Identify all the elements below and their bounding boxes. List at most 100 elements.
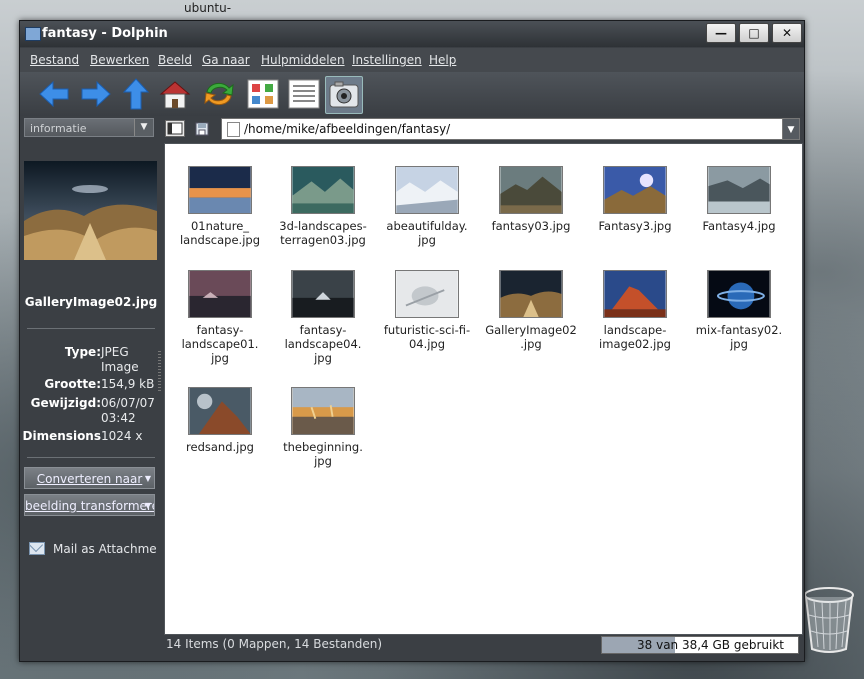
file-item[interactable]: fantasy- landscape01. jpg	[170, 270, 270, 365]
panel-select-value: informatie	[30, 122, 87, 135]
file-name: GalleryImage02 .jpg	[485, 323, 577, 351]
menu-beeld[interactable]: Beeld	[158, 53, 192, 67]
chevron-down-icon: ▼	[144, 501, 151, 510]
thumbnail	[395, 270, 459, 318]
file-item[interactable]: fantasy- landscape04. jpg	[273, 270, 373, 365]
divider	[27, 457, 155, 458]
menu-hulpmiddelen[interactable]: Hulpmiddelen	[261, 53, 345, 67]
thumbnail	[188, 166, 252, 214]
close-button[interactable]: ✕	[772, 23, 802, 43]
file-item[interactable]: GalleryImage02 .jpg	[481, 270, 581, 351]
status-summary: 14 Items (0 Mappen, 14 Bestanden)	[166, 637, 383, 651]
dolphin-window: fantasy - Dolphin — □ ✕ Bestand Bewerken…	[19, 20, 805, 662]
thumbnail	[291, 387, 355, 435]
thumbnail	[188, 387, 252, 435]
meta-key: Gewijzigd:	[30, 396, 101, 410]
file-item[interactable]: thebeginning. jpg	[273, 387, 373, 468]
file-name: 01nature_ landscape.jpg	[179, 219, 261, 247]
file-name: fantasy- landscape04. jpg	[284, 323, 362, 365]
convert-to-button[interactable]: Converteren naar ▼	[24, 467, 155, 489]
file-view[interactable]: 01nature_ landscape.jpg 3d-landscapes- t…	[164, 143, 803, 635]
file-name: futuristic-sci-fi- 04.jpg	[383, 323, 471, 351]
mail-icon	[29, 542, 45, 555]
information-panel: informatie ▼ GalleryImage02.jpg Type: JP…	[23, 117, 159, 657]
divider	[27, 328, 155, 329]
chevron-down-icon: ▼	[144, 474, 151, 483]
file-item[interactable]: Fantasy4.jpg	[689, 166, 789, 233]
save-icon[interactable]	[193, 120, 213, 137]
file-item[interactable]: 3d-landscapes- terragen03.jpg	[273, 166, 373, 247]
file-name: Fantasy3.jpg	[598, 219, 672, 233]
file-item[interactable]: abeautifulday. jpg	[377, 166, 477, 247]
thumbnail	[188, 270, 252, 318]
selected-file-name: GalleryImage02.jpg	[24, 295, 158, 309]
meta-value: 1024 x	[101, 429, 143, 443]
dolphin-app-icon	[25, 27, 41, 41]
file-name: mix-fantasy02. jpg	[695, 323, 783, 351]
desktop-icon-label[interactable]: ubuntu-	[184, 1, 231, 15]
title-bar[interactable]: fantasy - Dolphin — □ ✕	[20, 21, 804, 47]
location-path: /home/mike/afbeeldingen/fantasy/	[244, 122, 451, 136]
file-item[interactable]: Fantasy3.jpg	[585, 166, 685, 233]
file-name: 3d-landscapes- terragen03.jpg	[279, 219, 367, 247]
menu-instellingen[interactable]: Instellingen	[352, 53, 422, 67]
file-name: abeautifulday. jpg	[386, 219, 468, 247]
file-item[interactable]: futuristic-sci-fi- 04.jpg	[377, 270, 477, 351]
meta-key: Type:	[64, 345, 101, 359]
location-input[interactable]: /home/mike/afbeeldingen/fantasy/ ▼	[221, 118, 800, 140]
transform-image-label: beelding transformeren	[25, 499, 155, 513]
minimize-button[interactable]: —	[706, 23, 736, 43]
mail-action-label: Mail as Attachment	[53, 542, 157, 556]
thumbnail	[707, 166, 771, 214]
meta-value: 154,9 kB	[101, 377, 155, 391]
menu-bewerken[interactable]: Bewerken	[90, 53, 149, 67]
file-item[interactable]: mix-fantasy02. jpg	[689, 270, 789, 351]
convert-to-label: Converteren naar	[36, 472, 143, 486]
panel-select[interactable]: informatie ▼	[24, 118, 154, 137]
thumbnail	[291, 270, 355, 318]
disk-usage-bar: 38 van 38,4 GB gebruikt	[601, 636, 799, 654]
preview-image	[24, 161, 157, 260]
menu-bestand[interactable]: Bestand	[30, 53, 79, 67]
up-arrow-icon[interactable]	[118, 76, 154, 112]
chevron-down-icon[interactable]: ▼	[782, 118, 800, 140]
toggle-panel-icon[interactable]	[165, 120, 185, 137]
file-name: landscape- image02.jpg	[599, 323, 671, 351]
thumbnail	[603, 270, 667, 318]
meta-key: Dimensions	[22, 429, 101, 443]
details-view-icon[interactable]	[286, 76, 322, 112]
meta-value: 06/07/07 03:42	[101, 396, 155, 425]
chevron-down-icon[interactable]: ▼	[134, 119, 153, 136]
toolbar	[20, 72, 804, 116]
meta-key: Grootte:	[44, 377, 101, 391]
icon-view-icon[interactable]	[245, 76, 281, 112]
thumbnail	[707, 270, 771, 318]
transform-image-button[interactable]: beelding transformeren ▼	[24, 494, 155, 516]
file-item[interactable]: 01nature_ landscape.jpg	[170, 166, 270, 247]
reload-icon[interactable]	[201, 76, 237, 112]
folder-icon	[227, 122, 240, 137]
thumbnail	[603, 166, 667, 214]
file-name: Fantasy4.jpg	[702, 219, 776, 233]
preview-view-icon[interactable]	[325, 76, 363, 114]
back-arrow-icon[interactable]	[36, 76, 72, 112]
menu-help[interactable]: Help	[429, 53, 456, 67]
file-item[interactable]: landscape- image02.jpg	[585, 270, 685, 351]
mail-as-attachment-action[interactable]: Mail as Attachment	[29, 542, 157, 556]
disk-usage-text: 38 van 38,4 GB gebruikt	[637, 638, 784, 652]
thumbnail	[499, 166, 563, 214]
file-name: fantasy- landscape01. jpg	[181, 323, 259, 365]
panel-splitter[interactable]	[158, 351, 161, 391]
meta-value: JPEG Image	[101, 345, 139, 374]
file-name: redsand.jpg	[186, 440, 254, 454]
trash-icon[interactable]	[800, 585, 858, 655]
thumbnail	[291, 166, 355, 214]
forward-arrow-icon[interactable]	[78, 76, 114, 112]
maximize-button[interactable]: □	[739, 23, 769, 43]
file-item[interactable]: fantasy03.jpg	[481, 166, 581, 233]
menu-ga-naar[interactable]: Ga naar	[202, 53, 250, 67]
file-item[interactable]: redsand.jpg	[170, 387, 270, 454]
thumbnail	[499, 270, 563, 318]
home-icon[interactable]	[157, 76, 193, 112]
file-name: fantasy03.jpg	[491, 219, 571, 233]
